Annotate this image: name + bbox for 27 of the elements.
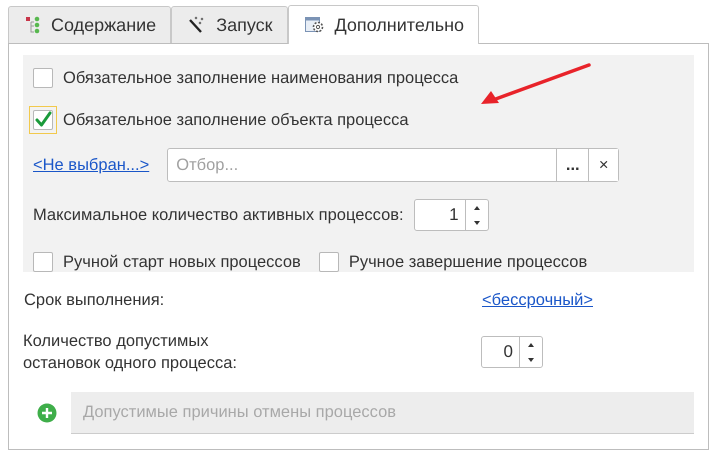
number-field[interactable]: 0 xyxy=(481,336,543,368)
add-icon[interactable] xyxy=(37,403,57,423)
filter-field[interactable]: Отбор... ... × xyxy=(167,148,620,182)
up-arrow-icon[interactable] xyxy=(528,342,534,346)
checkbox-label: Ручной старт новых процессов xyxy=(63,252,301,272)
checkbox-label: Ручное завершение процессов xyxy=(348,252,588,272)
down-arrow-icon[interactable] xyxy=(474,220,480,224)
clear-button[interactable]: × xyxy=(588,149,618,181)
tab[interactable]: Дополнительно xyxy=(288,5,480,44)
tree-icon xyxy=(25,16,41,34)
selector-link[interactable]: <Не выбран...> xyxy=(33,156,150,174)
down-arrow-icon[interactable] xyxy=(528,358,534,362)
number-field[interactable]: 1 xyxy=(414,199,489,231)
field-label: Срок выполнения: xyxy=(23,290,166,310)
checkmark-icon xyxy=(34,111,52,129)
tab[interactable]: Содержание xyxy=(8,6,172,43)
wand-icon xyxy=(188,16,206,34)
checkbox[interactable] xyxy=(29,106,57,134)
tab[interactable]: Запуск xyxy=(171,6,288,43)
checkbox-label: Обязательное заполнение объекта процесса xyxy=(63,110,409,130)
deadline-link[interactable]: <бессрочный> xyxy=(482,290,593,310)
up-arrow-icon[interactable] xyxy=(474,206,480,210)
settings-icon xyxy=(304,16,325,34)
checkbox-label: Обязательное заполнение наименования процесса xyxy=(63,68,458,88)
placeholder-text: Допустимые причины отмены процессов xyxy=(83,403,396,422)
field-label: Количество допустимых остановок одного процесса: xyxy=(23,331,238,374)
field-label: Максимальное количество активных процессов: xyxy=(33,206,404,224)
